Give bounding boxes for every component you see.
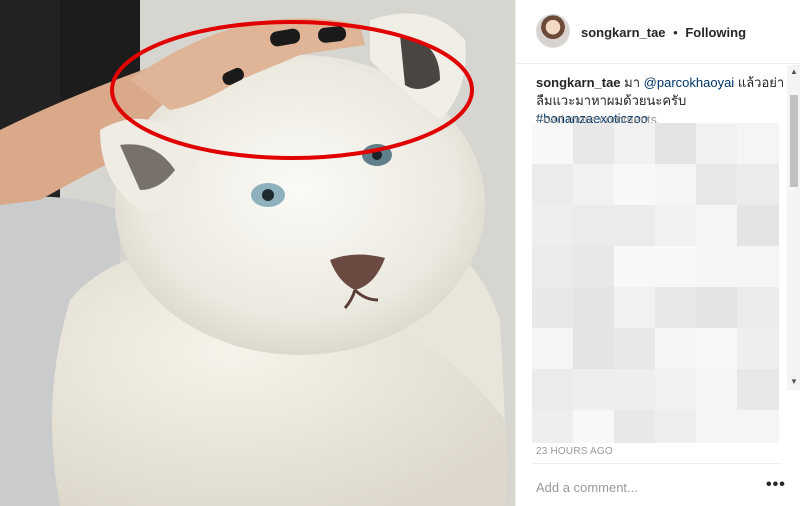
pixel-block bbox=[737, 410, 779, 443]
pixel-block bbox=[655, 205, 697, 247]
pixel-block bbox=[532, 369, 574, 411]
pixel-block bbox=[614, 164, 656, 206]
comments-scrollbar[interactable]: ▲ ▼ bbox=[787, 65, 800, 390]
pixel-block bbox=[614, 205, 656, 247]
scroll-thumb[interactable] bbox=[790, 95, 798, 187]
add-comment-input[interactable]: Add a comment... bbox=[536, 480, 638, 495]
post-photo[interactable] bbox=[0, 0, 515, 506]
lion-cub-illustration bbox=[0, 0, 515, 506]
pixel-block bbox=[655, 246, 697, 288]
avatar[interactable] bbox=[536, 14, 570, 48]
scroll-up-icon[interactable]: ▲ bbox=[790, 67, 798, 76]
pixel-block bbox=[696, 123, 738, 165]
divider bbox=[532, 463, 782, 464]
post-timestamp: 23 HOURS AGO bbox=[536, 446, 613, 457]
pixel-block bbox=[573, 369, 615, 411]
pixel-block bbox=[655, 369, 697, 411]
pixel-block bbox=[696, 410, 738, 443]
post-header: songkarn_tae • Following bbox=[516, 0, 800, 64]
pixel-block bbox=[737, 246, 779, 288]
pixel-block bbox=[573, 328, 615, 370]
pixel-block bbox=[532, 246, 574, 288]
header-separator: • bbox=[673, 25, 678, 40]
caption-mention[interactable]: @parcokhaoyai bbox=[644, 75, 735, 90]
scroll-down-icon[interactable]: ▼ bbox=[790, 377, 798, 386]
pixel-block bbox=[655, 410, 697, 443]
pixel-block bbox=[737, 205, 779, 247]
pixel-block bbox=[614, 246, 656, 288]
pixel-block bbox=[532, 205, 574, 247]
pixel-block bbox=[532, 164, 574, 206]
pixel-block bbox=[573, 123, 615, 165]
pixel-block bbox=[696, 328, 738, 370]
pixel-block bbox=[737, 328, 779, 370]
pixel-block bbox=[573, 205, 615, 247]
pixel-block bbox=[737, 123, 779, 165]
more-options-icon[interactable]: ••• bbox=[766, 476, 786, 494]
pixel-block bbox=[532, 328, 574, 370]
pixel-block bbox=[614, 287, 656, 329]
pixel-block bbox=[532, 287, 574, 329]
pixel-block bbox=[655, 123, 697, 165]
pixel-block bbox=[614, 410, 656, 443]
pixel-block bbox=[696, 287, 738, 329]
pixel-block bbox=[532, 410, 574, 443]
pixel-block bbox=[696, 205, 738, 247]
pixel-block bbox=[532, 123, 574, 165]
pixel-block bbox=[573, 246, 615, 288]
pixel-block bbox=[737, 164, 779, 206]
post-sidebar: songkarn_tae • Following songkarn_tae มา… bbox=[515, 0, 800, 506]
pixel-block bbox=[573, 287, 615, 329]
caption-username[interactable]: songkarn_tae bbox=[536, 75, 621, 90]
pixel-block bbox=[696, 246, 738, 288]
pixel-block bbox=[655, 287, 697, 329]
pixel-block bbox=[655, 328, 697, 370]
pixel-block bbox=[614, 328, 656, 370]
pixel-block bbox=[573, 164, 615, 206]
pixel-block bbox=[614, 369, 656, 411]
pixel-block bbox=[614, 123, 656, 165]
caption-text-1: มา bbox=[624, 75, 641, 90]
following-button[interactable]: Following bbox=[685, 25, 746, 40]
header-text: songkarn_tae • Following bbox=[581, 25, 746, 40]
pixel-block bbox=[655, 164, 697, 206]
pixel-block bbox=[737, 287, 779, 329]
pixel-block bbox=[737, 369, 779, 411]
pixel-block bbox=[573, 410, 615, 443]
header-username[interactable]: songkarn_tae bbox=[581, 25, 666, 40]
pixel-block bbox=[696, 369, 738, 411]
pixel-block bbox=[696, 164, 738, 206]
comments-section: songkarn_tae มา @parcokhaoyai แล้วอย่าลื… bbox=[516, 65, 788, 443]
pixelated-comments bbox=[532, 123, 780, 443]
